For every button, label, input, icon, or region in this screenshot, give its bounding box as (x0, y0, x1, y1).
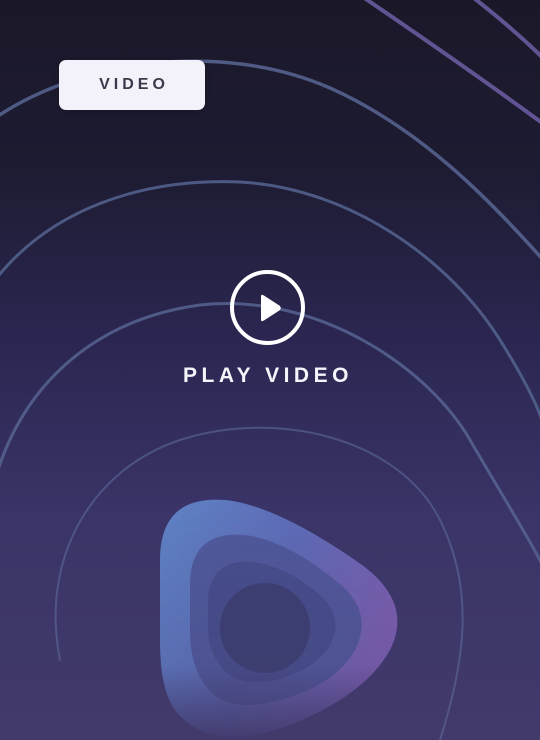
video-card: VIDEO PLAY VIDEO (0, 0, 540, 740)
ring-line-1 (363, 0, 540, 124)
logo-center (220, 583, 310, 673)
play-logo-mark (160, 499, 398, 737)
video-badge-label: VIDEO (99, 76, 169, 93)
play-video-label[interactable]: PLAY VIDEO (0, 364, 536, 388)
video-badge: VIDEO (59, 60, 205, 110)
play-button[interactable] (230, 270, 305, 345)
play-icon (261, 294, 281, 321)
ring-line-2 (473, 0, 540, 58)
